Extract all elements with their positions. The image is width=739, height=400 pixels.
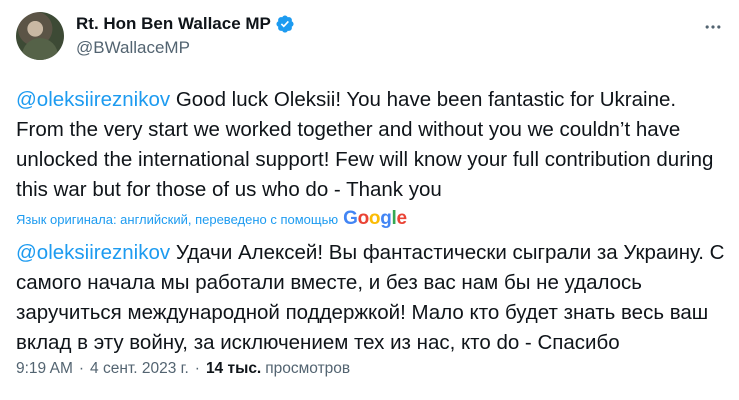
separator: · — [78, 360, 85, 377]
avatar[interactable] — [16, 12, 64, 60]
more-options-button[interactable] — [696, 10, 730, 44]
author-name-row: Rt. Hon Ben Wallace MP — [76, 12, 295, 36]
verified-badge-icon[interactable] — [275, 14, 295, 34]
tweet-time[interactable]: 9:19 AM — [16, 360, 73, 378]
mention-link[interactable]: @oleksiireznikov — [16, 88, 170, 111]
more-icon — [705, 25, 721, 29]
tweet-text-original: @oleksiireznikov Good luck Oleksii! You … — [16, 85, 728, 205]
tweet-date[interactable]: 4 сент. 2023 г. — [90, 360, 189, 378]
tweet: Rt. Hon Ben Wallace MP @BWallaceMP @olek… — [0, 0, 739, 400]
translation-note[interactable]: Язык оригинала: английский, переведено с… — [16, 208, 407, 230]
tweet-text-translated: @oleksiireznikov Удачи Алексей! Вы фанта… — [16, 238, 728, 358]
mention-link-translated[interactable]: @oleksiireznikov — [16, 241, 170, 264]
tweet-meta: 9:19 AM · 4 сент. 2023 г. · 14 тыс. прос… — [16, 358, 350, 380]
author-handle[interactable]: @BWallaceMP — [76, 38, 190, 58]
views-count[interactable]: 14 тыс. — [206, 360, 261, 378]
views-label[interactable]: просмотров — [265, 360, 350, 378]
author-display-name[interactable]: Rt. Hon Ben Wallace MP — [76, 14, 271, 34]
separator: · — [194, 360, 200, 377]
google-logo: Google — [343, 208, 407, 229]
translation-note-text: Язык оригинала: английский, переведено с… — [16, 211, 339, 227]
